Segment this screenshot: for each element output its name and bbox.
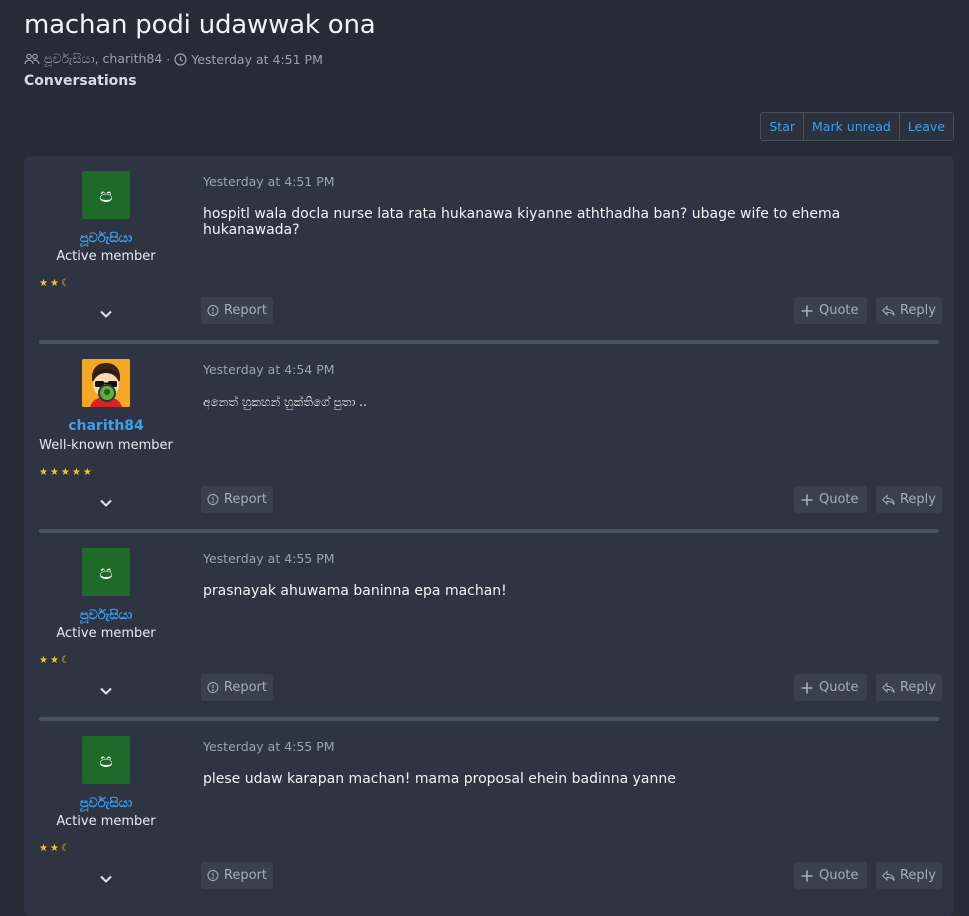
mark-unread-button[interactable]: Mark unread xyxy=(804,113,900,140)
reply-label: Reply xyxy=(899,492,936,507)
avatar[interactable]: ප xyxy=(82,736,130,784)
report-icon xyxy=(207,681,219,694)
report-label: Report xyxy=(223,680,267,695)
report-label: Report xyxy=(223,492,267,507)
message-date[interactable]: Yesterday at 4:51 PM xyxy=(203,174,335,189)
message-user: charith84 Well-known member ★★★★★ xyxy=(39,345,173,525)
message-date[interactable]: Yesterday at 4:54 PM xyxy=(203,362,335,377)
chevron-down-icon[interactable] xyxy=(99,872,113,886)
report-label: Report xyxy=(223,303,267,318)
reply-button[interactable]: Reply xyxy=(876,674,942,701)
message-user: ප පූර්වැසියා Active member ★★☾ xyxy=(39,721,173,901)
reply-label: Reply xyxy=(899,303,936,318)
message-list: ප පූර්වැසියා Active member ★★☾ Yesterday… xyxy=(24,156,954,916)
report-button[interactable]: Report xyxy=(201,486,273,513)
reply-label: Reply xyxy=(899,868,936,883)
user-title: Active member xyxy=(56,814,156,829)
quote-label: Quote xyxy=(819,492,859,507)
user-title: Well-known member xyxy=(39,438,173,453)
report-icon xyxy=(207,869,219,882)
user-title: Active member xyxy=(56,249,156,264)
breadcrumb-conversations[interactable]: Conversations xyxy=(24,73,137,89)
thread-date[interactable]: Yesterday at 4:51 PM xyxy=(191,52,323,67)
plus-icon xyxy=(801,305,813,316)
avatar[interactable]: ප xyxy=(82,548,130,596)
report-icon xyxy=(207,493,219,506)
quote-label: Quote xyxy=(819,680,859,695)
half-star-icon: ☾ xyxy=(60,278,72,289)
quote-button[interactable]: Quote xyxy=(794,297,867,324)
username[interactable]: charith84 xyxy=(39,418,173,434)
stars-full: ★★ xyxy=(39,278,61,289)
plus-icon xyxy=(801,494,813,505)
message: ප පූර්වැසියා Active member ★★☾ Yesterday… xyxy=(39,533,942,721)
message-user: ප පූර්වැසියා Active member ★★☾ xyxy=(39,156,173,336)
report-button[interactable]: Report xyxy=(201,674,273,701)
message-date[interactable]: Yesterday at 4:55 PM xyxy=(203,739,335,754)
quote-button[interactable]: Quote xyxy=(794,486,867,513)
online-status-icon xyxy=(98,384,116,402)
message-body: අනෙත් හුකහන් හුක්තිගේ පුතා .. xyxy=(203,395,367,409)
reply-button[interactable]: Reply xyxy=(876,486,942,513)
rating-stars: ★★☾ xyxy=(39,843,72,854)
reply-label: Reply xyxy=(899,680,936,695)
username[interactable]: පූර්වැසියා xyxy=(39,796,173,811)
meta-separator: · xyxy=(166,51,171,67)
reply-icon xyxy=(882,681,895,693)
thread-meta: පූර්වැසියා, charith84 · Yesterday at 4:5… xyxy=(24,51,323,67)
reply-icon xyxy=(882,869,895,881)
participants-icon xyxy=(24,53,40,66)
message-body: prasnayak ahuwama baninna epa machan! xyxy=(203,583,507,599)
message-divider xyxy=(39,340,939,344)
report-icon xyxy=(207,304,219,317)
chevron-down-icon[interactable] xyxy=(99,684,113,698)
clock-icon xyxy=(174,52,187,66)
report-button[interactable]: Report xyxy=(201,297,273,324)
username[interactable]: පූර්වැසියා xyxy=(39,608,173,623)
message-date[interactable]: Yesterday at 4:55 PM xyxy=(203,551,335,566)
report-label: Report xyxy=(223,868,267,883)
half-star-icon: ☾ xyxy=(60,655,72,666)
conversation-actions: Star Mark unread Leave xyxy=(760,112,954,141)
quote-label: Quote xyxy=(819,868,859,883)
stars-full: ★★ xyxy=(39,655,61,666)
reply-icon xyxy=(882,493,895,505)
quote-label: Quote xyxy=(819,303,859,318)
message: ප පූර්වැසියා Active member ★★☾ Yesterday… xyxy=(39,721,942,909)
reply-icon xyxy=(882,304,895,316)
half-star-icon: ☾ xyxy=(60,843,72,854)
reply-button[interactable]: Reply xyxy=(876,297,942,324)
participants-list[interactable]: පූර්වැසියා, charith84 xyxy=(44,51,162,67)
message-body: hospitl wala docla nurse lata rata hukan… xyxy=(203,206,841,238)
chevron-down-icon[interactable] xyxy=(99,496,113,510)
plus-icon xyxy=(801,682,813,693)
rating-stars: ★★☾ xyxy=(39,655,72,666)
message: ප පූර්වැසියා Active member ★★☾ Yesterday… xyxy=(39,156,942,344)
star-button[interactable]: Star xyxy=(761,113,805,140)
avatar[interactable]: ප xyxy=(82,171,130,219)
message-user: ප පූර්වැසියා Active member ★★☾ xyxy=(39,533,173,713)
leave-button[interactable]: Leave xyxy=(899,113,953,140)
message-body: plese udaw karapan machan! mama proposal… xyxy=(203,771,676,787)
username[interactable]: පූර්වැසියා xyxy=(39,231,173,246)
stars-full: ★★ xyxy=(39,843,61,854)
page-title: machan podi udawwak ona xyxy=(24,10,376,40)
rating-stars: ★★☾ xyxy=(39,278,72,289)
user-title: Active member xyxy=(56,626,156,641)
quote-button[interactable]: Quote xyxy=(794,674,867,701)
chevron-down-icon[interactable] xyxy=(99,307,113,321)
plus-icon xyxy=(801,870,813,881)
rating-stars: ★★★★★ xyxy=(39,467,94,478)
message: charith84 Well-known member ★★★★★ Yester… xyxy=(39,345,942,533)
